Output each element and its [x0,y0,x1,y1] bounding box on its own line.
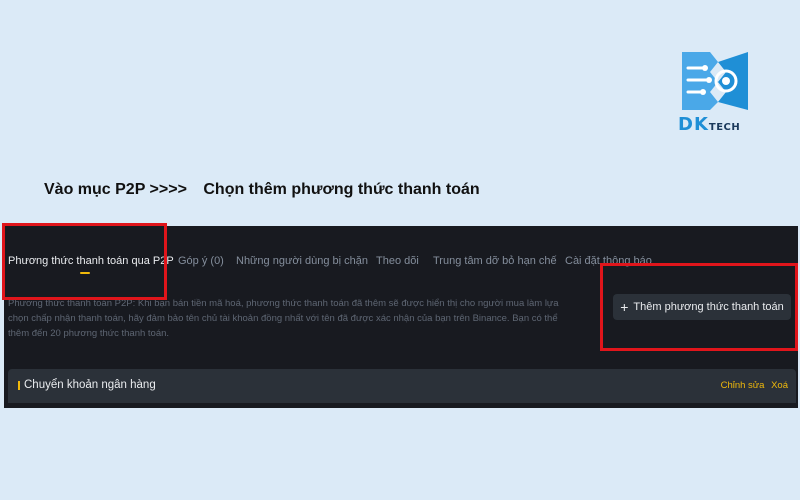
tab-blocked-users[interactable]: Những người dùng bị chặn [236,255,368,267]
bank-row-actions: Chỉnh sửa Xoá [717,380,788,391]
plus-icon: + [620,299,629,315]
bank-transfer-row: Chuyển khoản ngân hàng Chỉnh sửa Xoá [8,369,796,403]
dktech-logo-icon [682,52,748,110]
dktech-logo: DKTECH [676,48,754,135]
p2p-settings-panel: Phương thức thanh toán qua P2P Góp ý (0)… [4,226,798,408]
logo-text-dk: DK [678,114,709,135]
active-tab-indicator [80,272,90,274]
instruction-step-2: Chọn thêm phương thức thanh toán [203,181,480,198]
tab-restriction-center[interactable]: Trung tâm dỡ bỏ hạn chế [433,255,557,267]
tab-feedback[interactable]: Góp ý (0) [178,255,224,267]
logo-text-tech: TECH [708,122,741,133]
instruction-step-1: Vào mục P2P >>>> [44,181,187,198]
instruction-text: Vào mục P2P >>>> Chọn thêm phương thức t… [44,181,480,199]
bank-transfer-title: Chuyển khoản ngân hàng [24,379,156,391]
add-payment-method-button[interactable]: + Thêm phương thức thanh toán [613,294,791,320]
delete-link[interactable]: Xoá [771,380,788,391]
tab-follows[interactable]: Theo dõi [376,255,419,267]
payment-methods-description: Phương thức thanh toán P2P: Khi bạn bán … [8,298,559,339]
add-payment-method-label: Thêm phương thức thanh toán [633,301,784,313]
tab-p2p-payment-methods[interactable]: Phương thức thanh toán qua P2P [8,255,174,267]
logo-wordmark: DKTECH [678,114,754,135]
tab-notification-settings[interactable]: Cài đặt thông báo [565,255,652,267]
row-marker [18,381,20,390]
tab-bar: Phương thức thanh toán qua P2P Góp ý (0)… [4,226,798,296]
edit-link[interactable]: Chỉnh sửa [721,380,765,391]
